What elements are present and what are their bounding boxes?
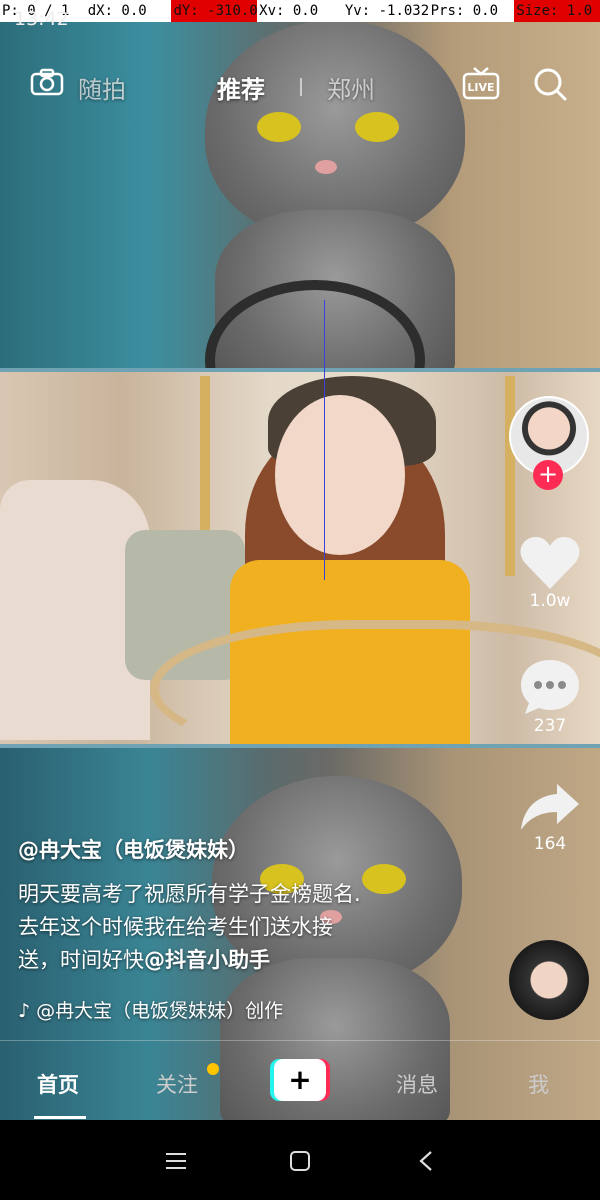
caption-username[interactable]: @冉大宝（电饭煲妹妹） (18, 834, 249, 864)
cat-character (205, 20, 465, 240)
nav-follow[interactable]: 关注 (156, 1069, 198, 1099)
share-count: 164 (533, 834, 567, 854)
live-icon[interactable]: LIVE (462, 66, 500, 100)
caption-description: 明天要高考了祝愿所有学子金榜题名. 去年这个时候我在给考生们送水接 送，时间好快… (18, 878, 438, 977)
like-button[interactable]: 1.0w (515, 535, 585, 611)
comment-count: 237 (533, 716, 567, 736)
menu-icon[interactable] (166, 1152, 186, 1170)
debug-prs: Prs: 0.0 (430, 3, 499, 19)
music-marquee[interactable]: ♪ @冉大宝（电饭煲妹妹）创作 (18, 996, 318, 1023)
back-icon[interactable] (418, 1150, 434, 1172)
caption-line-3: 送，时间好快@抖音小助手 (18, 944, 438, 977)
top-bar: 随拍 推荐 郑州 LIVE (0, 60, 600, 110)
search-icon[interactable] (532, 66, 568, 102)
debug-dx: dX: 0.0 (87, 3, 147, 19)
heart-icon (520, 537, 580, 589)
status-time: 13:42 (14, 8, 69, 30)
follow-plus-button[interactable]: + (533, 460, 563, 490)
bottom-nav: 首页 关注 + 消息 我 (0, 1040, 600, 1121)
pointer-debug-overlay: P: 0 / 1 dX: 0.0 dY: -310.0 Xv: 0.0 Yv: … (0, 0, 600, 22)
svg-text:LIVE: LIVE (467, 81, 494, 94)
share-arrow-icon (521, 784, 579, 830)
like-count: 1.0w (529, 591, 571, 611)
caption-line-2: 去年这个时候我在给考生们送水接 (18, 915, 333, 939)
person-face (275, 395, 405, 555)
nav-me[interactable]: 我 (528, 1069, 549, 1099)
debug-xv: Xv: 0.0 (259, 3, 319, 19)
comment-icon (521, 660, 579, 714)
home-icon[interactable] (289, 1150, 311, 1172)
tab-city[interactable]: 郑州 (327, 70, 375, 105)
notification-dot (207, 1063, 219, 1075)
tab-recommend[interactable]: 推荐 (217, 70, 265, 105)
nav-active-indicator (34, 1116, 86, 1119)
tab-separator (300, 78, 302, 96)
caption-line-3-text: 送，时间好快 (18, 948, 144, 972)
music-note-icon: ♪ (18, 1000, 37, 1022)
create-button[interactable]: + (270, 1059, 330, 1101)
comment-button[interactable]: 237 (515, 658, 585, 736)
debug-dy: dY: -310.0 (171, 0, 258, 22)
video-panel-top (0, 0, 600, 440)
debug-yv: Yv: -1.032 (344, 3, 429, 19)
share-button[interactable]: 164 (515, 782, 585, 854)
camera-icon[interactable] (30, 68, 64, 96)
nav-messages[interactable]: 消息 (396, 1069, 438, 1099)
caption-line-1: 明天要高考了祝愿所有学子金榜题名. (18, 882, 361, 906)
system-nav-bar (0, 1120, 600, 1200)
camera-label[interactable]: 随拍 (78, 70, 126, 105)
caption-mention[interactable]: @抖音小助手 (144, 948, 270, 972)
debug-size: Size: 1.0 (514, 0, 600, 22)
music-disc[interactable] (509, 940, 589, 1020)
music-title: @冉大宝（电饭煲妹妹）创作 (36, 1000, 284, 1022)
create-plus-label: + (274, 1059, 326, 1101)
nav-home[interactable]: 首页 (37, 1069, 79, 1099)
